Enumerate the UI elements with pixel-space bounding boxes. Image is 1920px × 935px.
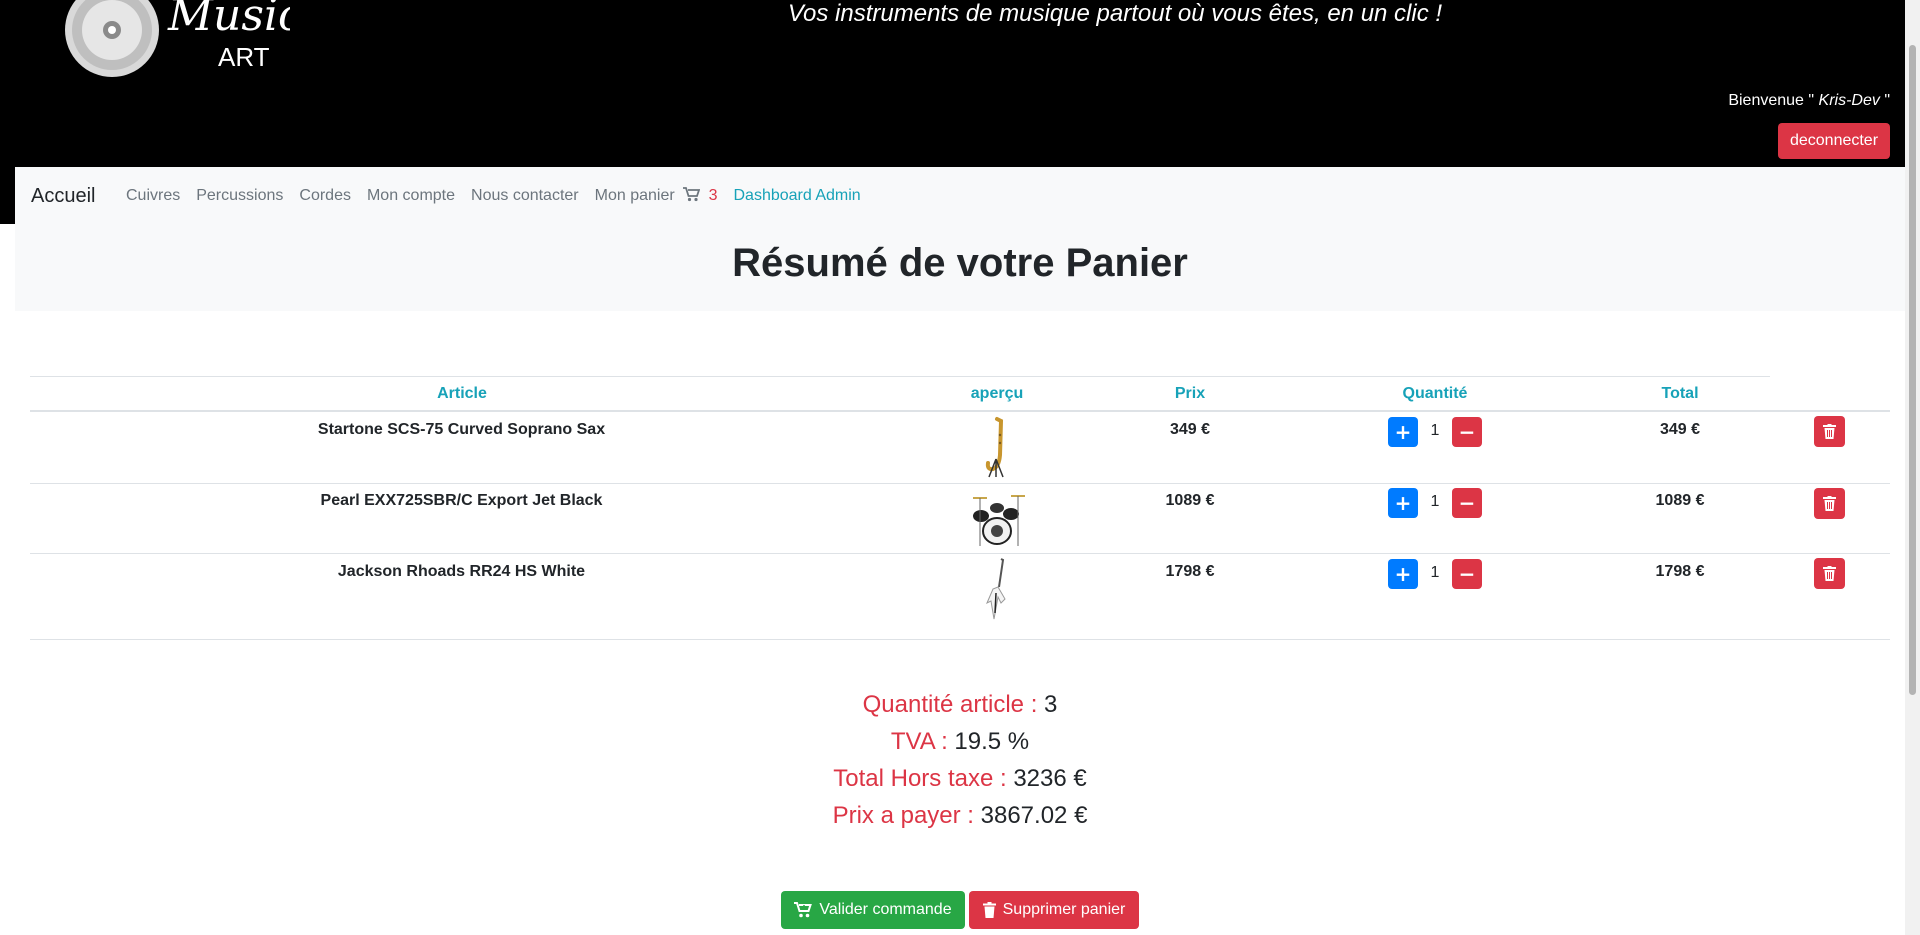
summary-price-to-pay: Prix a payer : 3867.02 € [0,797,1920,834]
svg-text:Music: Music [167,0,290,41]
scrollbar-thumb[interactable] [1909,45,1916,695]
welcome-suffix: " [1884,92,1890,109]
cart-plus-icon [794,902,813,918]
nav-brand-home[interactable]: Accueil [31,185,95,208]
trash-icon [1823,566,1836,581]
clear-cart-button[interactable]: Supprimer panier [969,891,1139,929]
summary-quantity: Quantité article : 3 [0,686,1920,723]
summary-price-to-pay-value: 3867.02 € [980,802,1088,829]
summary-price-to-pay-label: Prix a payer : [832,802,974,829]
header-apercu: aperçu [970,385,1024,402]
item-total: 349 € [1659,421,1701,438]
delete-item-button[interactable] [1814,488,1845,519]
validate-order-label: Valider commande [819,901,952,918]
nav-link-mon-compte[interactable]: Mon compte [359,187,463,205]
nav-link-cuivres[interactable]: Cuivres [118,187,188,205]
increase-quantity-button[interactable]: + [1388,488,1418,518]
cart-summary: Quantité article : 3 TVA : 19.5 % Total … [0,686,1920,834]
summary-total-ht-value: 3236 € [1013,765,1087,792]
validate-order-button[interactable]: Valider commande [781,891,965,929]
item-price: 1089 € [1165,492,1215,509]
header-prix: Prix [1174,385,1206,402]
row-divider [30,639,1890,640]
nav-link-cordes[interactable]: Cordes [291,187,359,205]
row-divider [30,483,1890,484]
header-quantite: Quantité [1402,385,1468,402]
welcome-message: Bienvenue " Kris-Dev " [1728,92,1890,110]
delete-item-button[interactable] [1814,558,1845,589]
increase-quantity-button[interactable]: + [1388,417,1418,447]
nav-link-cart[interactable]: Mon panier 3 [587,187,726,205]
item-quantity: 1 [1430,493,1440,510]
item-name[interactable]: Pearl EXX725SBR/C Export Jet Black [180,492,743,510]
summary-quantity-label: Quantité article : [862,691,1038,718]
item-price: 1798 € [1165,563,1215,580]
trash-icon [1823,496,1836,511]
summary-tva-label: TVA : [890,728,948,755]
delete-item-button[interactable] [1814,416,1845,447]
nav-link-contact[interactable]: Nous contacter [463,187,587,205]
table-top-divider [30,376,1770,377]
welcome-prefix: Bienvenue " [1728,92,1815,109]
cart-label: Mon panier [594,187,675,204]
username: Kris-Dev [1818,92,1880,109]
decrease-quantity-button[interactable]: − [1452,417,1482,447]
item-name[interactable]: Startone SCS-75 Curved Soprano Sax [180,421,743,439]
main-navbar: Accueil Cuivres Percussions Cordes Mon c… [15,167,1905,311]
header-total: Total [1661,385,1699,402]
item-total: 1798 € [1655,563,1705,580]
page-title: Résumé de votre Panier [732,241,1188,285]
summary-total-ht-label: Total Hors taxe : [833,765,1007,792]
site-tagline: Vos instruments de musique partout où vo… [787,0,1443,27]
decrease-quantity-button[interactable]: − [1452,559,1482,589]
nav-link-dashboard-admin[interactable]: Dashboard Admin [725,187,868,205]
item-name[interactable]: Jackson Rhoads RR24 HS White [180,563,743,581]
summary-quantity-value: 3 [1044,691,1058,718]
cart-icon [683,187,701,202]
decrease-quantity-button[interactable]: − [1452,488,1482,518]
item-quantity: 1 [1430,422,1440,439]
summary-tva-value: 19.5 % [954,728,1030,755]
summary-tva: TVA : 19.5 % [0,723,1920,760]
nav-link-percussions[interactable]: Percussions [188,187,291,205]
guitar-icon [986,558,1006,620]
cart-count-badge: 3 [708,187,718,204]
header-article: Article [437,385,487,402]
trash-icon [982,902,996,918]
nav-links: Cuivres Percussions Cordes Mon compte No… [118,187,869,205]
item-total: 1089 € [1655,492,1705,509]
item-quantity: 1 [1430,564,1440,581]
table-header-divider [30,410,1890,412]
row-divider [30,553,1890,554]
item-price: 349 € [1169,421,1211,438]
saxophone-icon [985,417,1004,478]
summary-total-ht: Total Hors taxe : 3236 € [0,760,1920,797]
clear-cart-label: Supprimer panier [1002,901,1126,918]
page-scrollbar[interactable] [1905,0,1920,935]
trash-icon [1823,424,1836,439]
drum-kit-icon [973,495,1025,546]
logout-button[interactable]: deconnecter [1778,123,1890,159]
svg-text:ART: ART [218,42,270,72]
music-art-logo[interactable]: Music ART [60,0,290,80]
increase-quantity-button[interactable]: + [1388,559,1418,589]
